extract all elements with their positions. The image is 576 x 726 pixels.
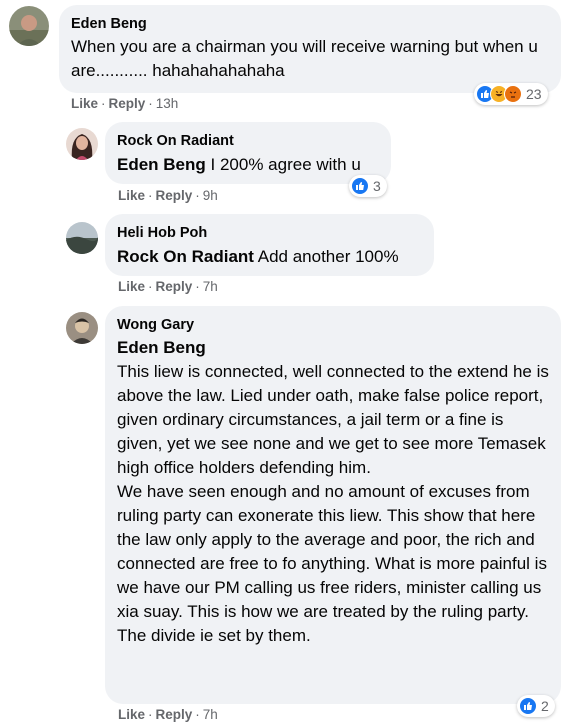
timestamp[interactable]: 7h	[203, 279, 218, 294]
comment-text: Rock On Radiant Add another 100%	[117, 247, 399, 266]
comment-author[interactable]: Rock On Radiant	[117, 132, 379, 150]
comment-actions: Like · Reply · 7h	[118, 279, 218, 294]
comment-author[interactable]: Wong Gary	[117, 316, 549, 334]
reaction-summary[interactable]: 2	[517, 695, 555, 717]
avatar[interactable]	[66, 312, 98, 344]
comment-text: When you are a chairman you will receive…	[71, 37, 538, 80]
angry-icon	[504, 85, 522, 103]
comment-bubble: Wong Gary Eden Beng This liew is connect…	[105, 306, 561, 704]
comment-text: Eden Beng This liew is connected, well c…	[117, 336, 549, 648]
comment-paragraph: This liew is connected, well connected t…	[117, 362, 549, 477]
like-icon	[351, 177, 369, 195]
avatar[interactable]	[66, 128, 98, 160]
like-button[interactable]: Like	[118, 707, 145, 722]
mention-tag[interactable]: Eden Beng	[117, 338, 206, 357]
comment-bubble: Heli Hob Poh Rock On Radiant Add another…	[105, 214, 434, 276]
comment-author[interactable]: Eden Beng	[71, 15, 549, 33]
comment-actions: Like · Reply · 7h	[118, 707, 218, 722]
like-icon	[519, 697, 537, 715]
comment-bubble: Rock On Radiant Eden Beng I 200% agree w…	[105, 122, 391, 184]
avatar[interactable]	[9, 6, 49, 46]
reply-button[interactable]: Reply	[156, 188, 193, 203]
comment-actions: Like · Reply · 9h	[118, 188, 218, 203]
comment-paragraph: We have seen enough and no amount of exc…	[117, 482, 547, 645]
like-button[interactable]: Like	[118, 279, 145, 294]
reaction-count: 3	[373, 178, 381, 194]
mention-tag[interactable]: Eden Beng	[117, 155, 206, 174]
like-button[interactable]: Like	[118, 188, 145, 203]
timestamp[interactable]: 7h	[203, 707, 218, 722]
reply-button[interactable]: Reply	[109, 96, 146, 111]
reply-button[interactable]: Reply	[156, 279, 193, 294]
timestamp[interactable]: 9h	[203, 188, 218, 203]
comment-author[interactable]: Heli Hob Poh	[117, 224, 422, 242]
like-button[interactable]: Like	[71, 96, 98, 111]
timestamp[interactable]: 13h	[156, 96, 179, 111]
reaction-summary[interactable]: 23	[474, 83, 548, 105]
reply-button[interactable]: Reply	[156, 707, 193, 722]
reaction-count: 23	[526, 86, 542, 102]
comment-actions: Like · Reply · 13h	[71, 96, 179, 111]
comment-text: Eden Beng I 200% agree with u	[117, 155, 361, 174]
reaction-summary[interactable]: 3	[349, 175, 387, 197]
mention-tag[interactable]: Rock On Radiant	[117, 247, 254, 266]
reaction-count: 2	[541, 698, 549, 714]
comment-bubble: Eden Beng When you are a chairman you wi…	[59, 5, 561, 93]
avatar[interactable]	[66, 222, 98, 254]
